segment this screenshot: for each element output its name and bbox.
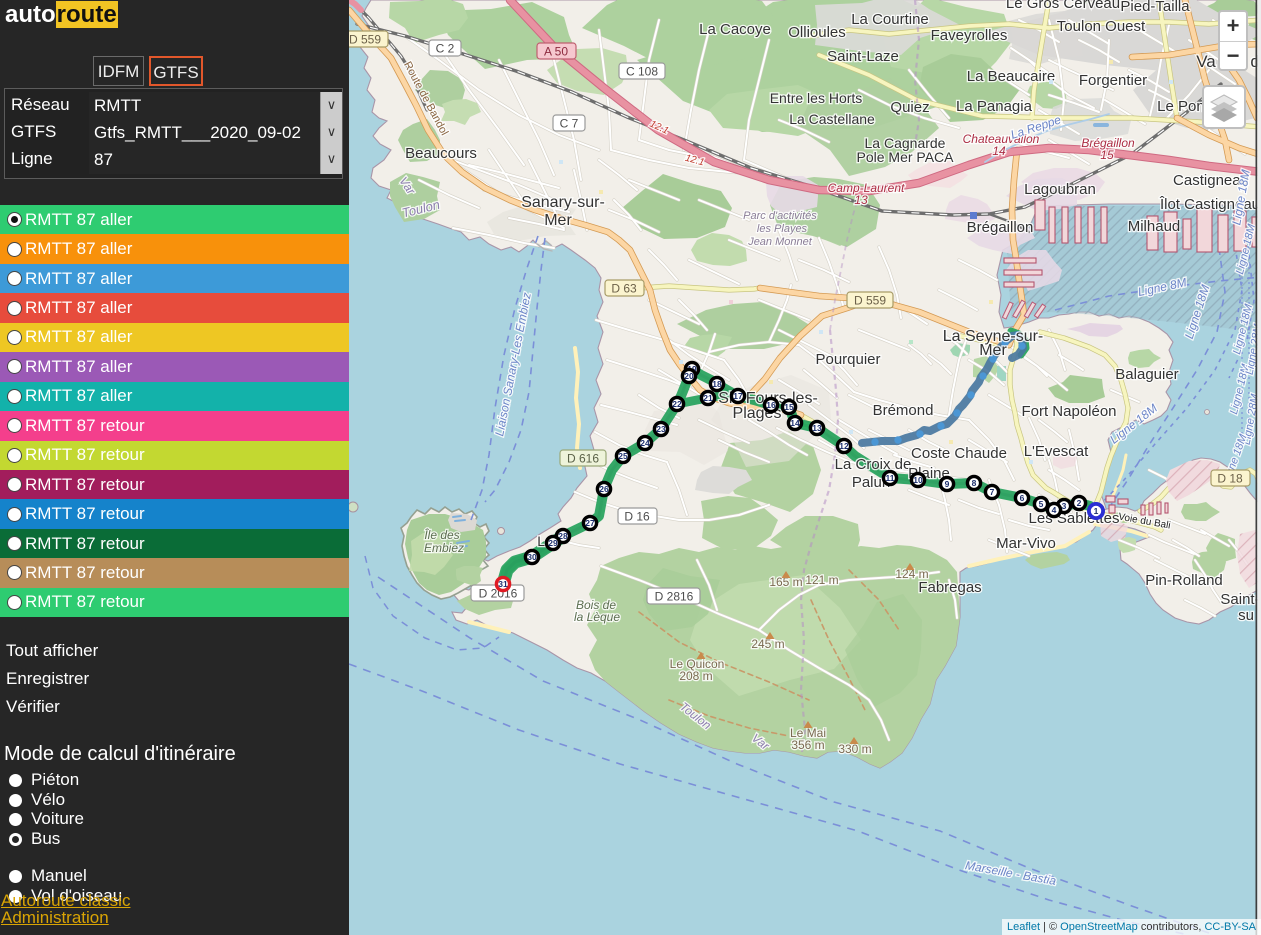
svg-text:7: 7 [990, 487, 995, 497]
svg-text:15: 15 [784, 402, 794, 412]
svg-text:20: 20 [684, 371, 694, 381]
svg-text:L'Evescat: L'Evescat [1024, 443, 1089, 460]
svg-text:10: 10 [913, 475, 923, 485]
svg-text:Entre les Horts: Entre les Horts [770, 90, 863, 106]
svg-text:Ollioules: Ollioules [788, 24, 846, 41]
svg-text:9: 9 [945, 479, 950, 489]
svg-text:23: 23 [656, 424, 666, 434]
svg-text:25: 25 [618, 451, 628, 461]
svg-text:Embiez: Embiez [424, 541, 464, 555]
svg-text:Toulon Ouest: Toulon Ouest [1057, 18, 1146, 35]
svg-text:La Panagia: La Panagia [956, 98, 1033, 115]
svg-text:Mar-Vivo: Mar-Vivo [996, 535, 1056, 552]
svg-text:4: 4 [1052, 505, 1057, 515]
svg-text:21: 21 [703, 393, 713, 403]
svg-text:Saint-Laze: Saint-Laze [827, 48, 899, 65]
svg-text:Lagoubran: Lagoubran [1024, 181, 1096, 198]
svg-text:la Lèque: la Lèque [574, 610, 620, 624]
svg-text:30: 30 [527, 552, 537, 562]
svg-text:Le Gros Cerveau: Le Gros Cerveau [1006, 0, 1120, 12]
svg-text:La Croix de: La Croix de [835, 456, 912, 473]
svg-text:6: 6 [1020, 493, 1025, 503]
svg-text:Fabregas: Fabregas [918, 579, 981, 596]
svg-text:27: 27 [585, 518, 595, 528]
svg-text:C 7: C 7 [560, 117, 579, 131]
svg-text:11: 11 [886, 473, 895, 483]
svg-text:Pied-Tailla: Pied-Tailla [1120, 0, 1190, 15]
svg-text:208 m: 208 m [679, 669, 712, 683]
svg-text:D 63: D 63 [611, 282, 637, 296]
svg-text:Île des: Île des [424, 527, 459, 542]
svg-text:Coste Chaude: Coste Chaude [911, 445, 1007, 462]
svg-text:330 m: 330 m [838, 742, 871, 756]
svg-text:D 18: D 18 [1217, 472, 1243, 486]
svg-text:C 108: C 108 [626, 65, 658, 79]
svg-text:les Playes: les Playes [757, 223, 808, 235]
svg-text:12: 12 [839, 441, 849, 451]
svg-text:Mer: Mer [544, 212, 572, 229]
svg-text:15: 15 [1100, 148, 1114, 162]
svg-text:Beaucours: Beaucours [405, 145, 477, 162]
svg-text:C 2: C 2 [436, 42, 455, 56]
svg-text:D 559: D 559 [854, 294, 886, 308]
svg-text:su: su [1238, 607, 1254, 624]
svg-text:Les Sablettes: Les Sablettes [1029, 510, 1120, 527]
svg-text:1: 1 [1094, 506, 1099, 516]
svg-text:Faveyrolles: Faveyrolles [931, 27, 1008, 44]
svg-text:5: 5 [1039, 499, 1044, 509]
svg-text:D 616: D 616 [567, 452, 599, 466]
svg-text:29: 29 [548, 538, 558, 548]
svg-text:Pin-Rolland: Pin-Rolland [1145, 572, 1223, 589]
svg-text:13: 13 [812, 423, 822, 433]
svg-text:La Castellane: La Castellane [789, 111, 875, 127]
svg-text:Milhaud: Milhaud [1128, 218, 1181, 235]
svg-text:Brégaillon: Brégaillon [967, 219, 1034, 236]
svg-text:14: 14 [992, 144, 1006, 158]
svg-text:La Cacoye: La Cacoye [699, 21, 771, 38]
svg-text:16: 16 [766, 400, 776, 410]
svg-text:17: 17 [733, 391, 743, 401]
svg-text:Balaguier: Balaguier [1115, 366, 1178, 383]
svg-text:Va: Va [1196, 52, 1216, 71]
svg-text:Parc d'activités: Parc d'activités [743, 210, 817, 222]
svg-text:2: 2 [1077, 498, 1082, 508]
svg-text:La Courtine: La Courtine [851, 11, 929, 28]
svg-text:Pole Mer PACA: Pole Mer PACA [857, 149, 955, 165]
svg-text:Saint-: Saint- [1220, 591, 1259, 608]
svg-text:D 559: D 559 [349, 33, 381, 47]
svg-text:Fort Napoléon: Fort Napoléon [1021, 403, 1116, 420]
svg-text:245 m: 245 m [751, 637, 784, 651]
svg-text:14: 14 [790, 418, 800, 428]
svg-text:Quiez: Quiez [890, 99, 929, 116]
svg-text:121 m: 121 m [805, 573, 838, 587]
svg-text:8: 8 [972, 478, 977, 488]
svg-text:Brémond: Brémond [873, 402, 934, 419]
svg-text:Sanary-sur-: Sanary-sur- [521, 194, 605, 211]
svg-text:Jean Monnet: Jean Monnet [747, 236, 813, 248]
svg-text:A 50: A 50 [544, 45, 568, 59]
svg-text:18: 18 [712, 379, 722, 389]
svg-text:24: 24 [640, 438, 650, 448]
svg-text:D 2816: D 2816 [655, 590, 694, 604]
svg-text:Mer: Mer [979, 342, 1007, 359]
svg-text:356 m: 356 m [791, 738, 824, 752]
svg-text:22: 22 [672, 399, 682, 409]
svg-text:Forgentier: Forgentier [1079, 72, 1147, 89]
svg-text:D 16: D 16 [624, 510, 650, 524]
svg-text:26: 26 [599, 484, 609, 494]
svg-text:13: 13 [854, 193, 868, 207]
svg-text:31: 31 [498, 579, 508, 589]
svg-text:La Beaucaire: La Beaucaire [967, 68, 1055, 85]
svg-text:Pourquier: Pourquier [815, 351, 880, 368]
svg-text:3: 3 [1062, 501, 1067, 511]
